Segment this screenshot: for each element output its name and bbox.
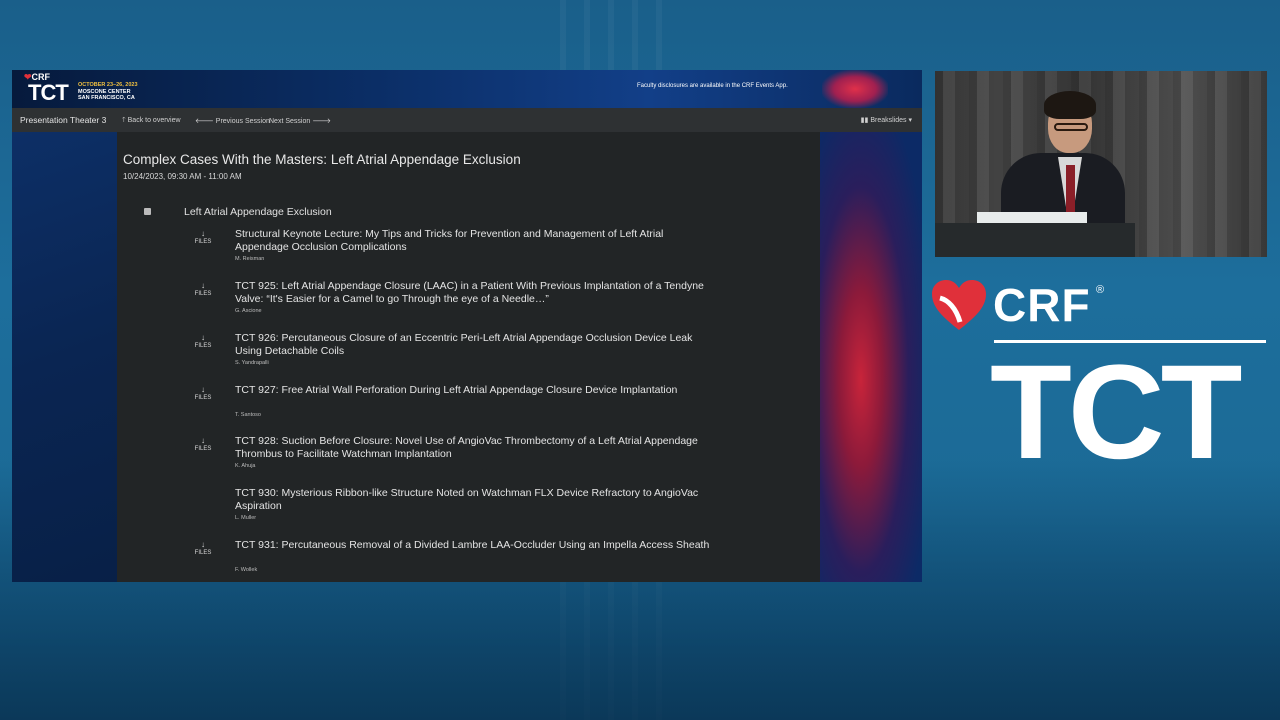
files-download-button[interactable]: ↓ FILES [192,437,214,453]
track-list-icon [144,208,151,215]
talk-author: K. Ahuja [235,463,256,469]
session-panel: Complex Cases With the Masters: Left Atr… [117,132,820,582]
speaker-tie [1066,165,1075,217]
event-info: OCTOBER 23–26, 2023 MOSCONE CENTER SAN F… [78,82,138,102]
crf-heart-icon [932,280,986,330]
files-download-button[interactable]: ↓ FILES [192,282,214,298]
room-name: Presentation Theater 3 [20,115,107,125]
tct-wordmark: TCT [990,338,1242,487]
talk-title[interactable]: TCT 928: Suction Before Closure: Novel U… [235,435,715,460]
banner-heart-art [822,70,888,108]
previous-session-link[interactable]: 🡐 Previous Session [195,116,270,125]
talk-title[interactable]: TCT 931: Percutaneous Removal of a Divid… [235,539,715,552]
download-arrow-icon: ↓ [201,229,205,238]
files-download-button[interactable]: ↓ FILES [192,230,214,246]
caret-down-icon: ▾ [908,117,912,124]
talk-author: S. Yandrapalli [235,360,269,366]
next-session-link[interactable]: Next Session 🡒 [269,116,333,125]
breakslides-dropdown[interactable]: ▮▮ Breakslides ▾ [861,116,912,124]
download-arrow-icon: ↓ [201,540,205,549]
talk-title[interactable]: TCT 925: Left Atrial Appendage Closure (… [235,280,715,305]
talk-title[interactable]: TCT 926: Percutaneous Closure of an Ecce… [235,332,715,357]
talk-author: M. Reisman [235,256,265,262]
download-arrow-icon: ↓ [201,436,205,445]
session-title: Complex Cases With the Masters: Left Atr… [123,152,521,167]
arrow-right-icon: 🡒 [312,118,332,125]
talk-title[interactable]: TCT 927: Free Atrial Wall Perforation Du… [235,384,715,397]
event-banner: ❤CRF TCT OCTOBER 23–26, 2023 MOSCONE CEN… [12,70,922,108]
download-arrow-icon: ↓ [201,333,205,342]
presentation-screen: ❤CRF TCT OCTOBER 23–26, 2023 MOSCONE CEN… [12,70,922,582]
speaker-glasses [1054,123,1088,131]
lectern [935,223,1135,257]
files-download-button[interactable]: ↓ FILES [192,334,214,350]
session-datetime: 10/24/2023, 09:30 AM - 11:00 AM [123,172,242,181]
event-city: SAN FRANCISCO, CA [78,95,135,101]
session-navbar: Presentation Theater 3 🡑 Back to overview… [12,108,922,132]
tct-small-label: TCT [28,80,69,105]
registered-mark: ® [1096,284,1105,296]
talk-author: T. Santoso [235,412,261,418]
speaker-video-feed [935,71,1267,257]
speaker-hair [1044,91,1096,119]
files-download-button[interactable]: ↓ FILES [192,386,214,402]
grid-icon: ▮▮ [860,117,869,124]
files-download-button[interactable]: ↓ FILES [192,541,214,557]
talk-title[interactable]: TCT 930: Mysterious Ribbon-like Structur… [235,487,715,512]
faculty-disclosure-note: Faculty disclosures are available in the… [637,83,788,89]
screen-background-left [12,132,117,582]
download-arrow-icon: ↓ [201,281,205,290]
arrow-left-icon: 🡐 [195,118,214,125]
talk-author: F. Wollek [235,567,258,573]
back-to-overview-link[interactable]: 🡑 Back to overview [122,116,181,127]
download-arrow-icon: ↓ [201,385,205,394]
heart-artwork [820,132,922,582]
talk-author: G. Ascione [235,308,262,314]
crf-wordmark: CRF [993,279,1091,331]
talk-author: L. Muller [235,515,257,521]
talk-title[interactable]: Structural Keynote Lecture: My Tips and … [235,228,715,253]
event-dates: OCTOBER 23–26, 2023 [78,82,138,88]
crf-logo: CRF ® [930,278,1270,338]
arrow-up-icon: 🡑 [122,117,126,124]
track-title: Left Atrial Appendage Exclusion [184,206,332,218]
